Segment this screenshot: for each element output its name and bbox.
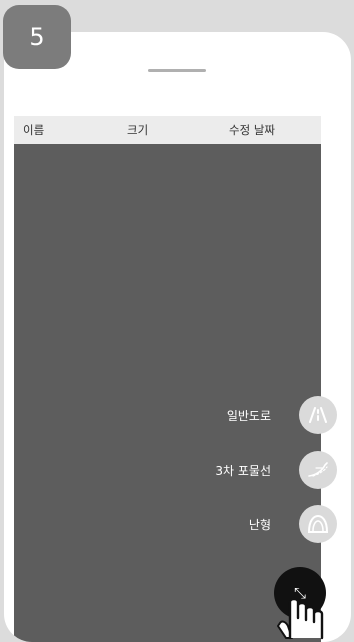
cubic-parabola-icon[interactable] [299, 451, 337, 489]
step-number: 5 [29, 23, 45, 51]
tap-hand-icon [277, 597, 324, 640]
column-header-size[interactable]: 크기 [127, 116, 148, 144]
fab-menu-item-oval[interactable]: 난형 [249, 504, 337, 544]
fab-menu-item-cubic-parabola[interactable]: 3차 포물선 [215, 450, 337, 490]
dim-overlay[interactable] [14, 144, 321, 642]
bottom-sheet-handle[interactable] [148, 69, 206, 72]
fab-menu-label-cubic-parabola: 3차 포물선 [215, 463, 271, 478]
phone-screen: 이름 크기 수정 날짜 일반도로 3차 포물선 난형 ⤡ [4, 32, 351, 642]
general-road-icon[interactable] [299, 396, 337, 434]
oval-icon[interactable] [299, 505, 337, 543]
fab-menu-label-general-road: 일반도로 [226, 408, 271, 423]
fab-menu-item-general-road[interactable]: 일반도로 [227, 395, 337, 435]
file-list-header: 이름 크기 수정 날짜 [14, 116, 321, 144]
fab-menu-label-oval: 난형 [248, 517, 271, 532]
column-header-modified[interactable]: 수정 날짜 [229, 116, 275, 144]
step-badge: 5 [3, 5, 71, 69]
column-header-name[interactable]: 이름 [23, 116, 44, 144]
